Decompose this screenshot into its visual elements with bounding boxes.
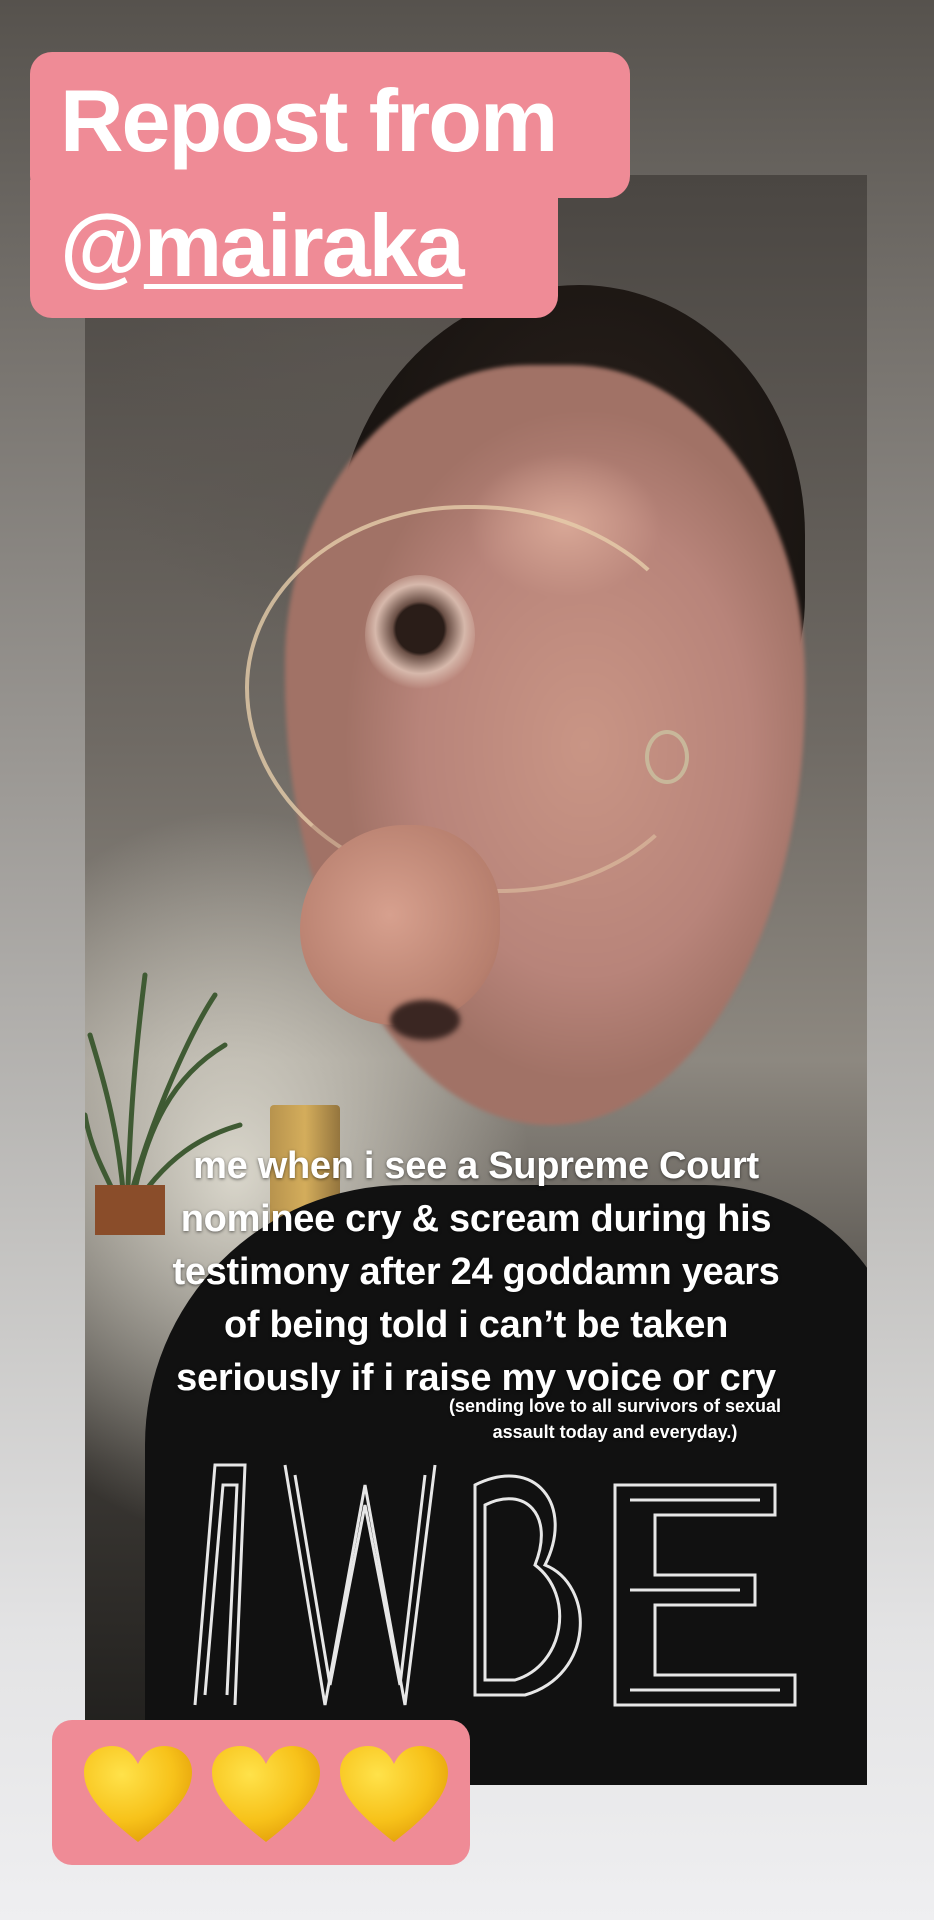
repost-label-mention[interactable]: @mairaka <box>60 195 465 297</box>
subcaption-line: (sending love to all survivors of sexual <box>448 1396 782 1416</box>
repost-label-prefix: Repost from <box>60 71 558 170</box>
caption-line: testimony after 24 goddamn years <box>172 1251 780 1293</box>
nostril <box>390 1000 460 1040</box>
yellow-heart-icon <box>340 1746 448 1842</box>
story-subcaption: (sending love to all survivors of sexual… <box>415 1393 815 1445</box>
nose <box>300 825 500 1025</box>
story-caption: me when i see a Supreme Court nominee cr… <box>85 1140 867 1405</box>
subcaption-line: assault today and everyday.) <box>492 1422 738 1442</box>
hearts-sticker[interactable] <box>82 1740 452 1850</box>
hoodie-print-graphic <box>193 1463 797 1707</box>
caption-line: me when i see a Supreme Court <box>193 1145 759 1187</box>
repost-username-link[interactable]: mairaka <box>144 196 465 295</box>
caption-line: nominee cry & scream during his <box>180 1198 772 1240</box>
caption-line: of being told i can’t be taken <box>223 1304 729 1346</box>
earring <box>645 730 689 784</box>
yellow-heart-icon <box>212 1746 320 1842</box>
reposted-story-media[interactable]: me when i see a Supreme Court nominee cr… <box>85 175 867 1785</box>
at-symbol: @ <box>60 196 146 295</box>
yellow-heart-icon <box>84 1746 192 1842</box>
